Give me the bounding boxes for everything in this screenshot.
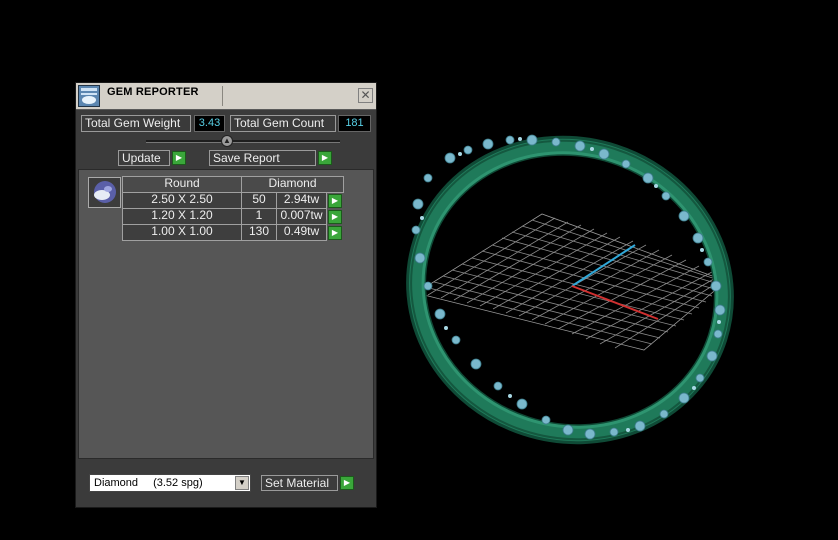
material-header: Diamond	[241, 176, 344, 193]
gem-size-cell: 2.50 X 2.50	[122, 192, 242, 209]
total-gem-count-value: 181	[338, 115, 371, 132]
gem-size-cell: 1.20 X 1.20	[122, 208, 242, 225]
ground-grid	[414, 213, 727, 351]
gem-size-cell: 1.00 X 1.00	[122, 224, 242, 241]
row-select-icon[interactable]: ▶	[328, 226, 342, 240]
gem-count-cell: 1	[241, 208, 277, 225]
chevron-down-icon[interactable]: ▼	[235, 476, 249, 490]
material-dropdown-value: Diamond	[94, 477, 139, 489]
gem-weight-cell: 0.49tw	[276, 224, 327, 241]
save-report-button[interactable]: Save Report	[209, 150, 316, 166]
shape-header: Round	[122, 176, 242, 193]
3d-viewport[interactable]	[400, 120, 750, 450]
set-material-label: Set Material	[265, 476, 330, 490]
gem-thumbnail-icon[interactable]	[88, 177, 121, 208]
title-bar[interactable]: GEM REPORTER ✕	[76, 83, 376, 110]
close-icon[interactable]: ✕	[358, 88, 373, 103]
panel-footer: Diamond (3.52 spg) ▼ Set Material ▶	[76, 462, 376, 507]
total-gem-count-label: Total Gem Count	[230, 115, 336, 132]
save-report-go-icon[interactable]: ▶	[318, 151, 332, 165]
gem-reporter-icon	[78, 85, 100, 107]
update-go-icon[interactable]: ▶	[172, 151, 186, 165]
row-select-icon[interactable]: ▶	[328, 210, 342, 224]
material-dropdown[interactable]: Diamond (3.52 spg) ▼	[89, 474, 251, 492]
total-gem-weight-label: Total Gem Weight	[81, 115, 191, 132]
gem-list-area: Round Diamond 2.50 X 2.50 50 2.94tw ▶ 1.…	[78, 169, 374, 459]
slider-track[interactable]	[146, 140, 340, 143]
title-divider	[222, 86, 223, 106]
set-material-button[interactable]: Set Material	[261, 475, 338, 491]
window-title: GEM REPORTER	[107, 86, 199, 98]
gem-count-cell: 130	[241, 224, 277, 241]
set-material-go-icon[interactable]: ▶	[340, 476, 354, 490]
update-button[interactable]: Update	[118, 150, 170, 166]
material-dropdown-spg: (3.52 spg)	[153, 477, 203, 489]
update-label: Update	[122, 151, 161, 165]
gem-weight-cell: 0.007tw	[276, 208, 327, 225]
gem-reporter-panel: GEM REPORTER ✕ Total Gem Weight 3.43 Tot…	[75, 82, 377, 508]
total-gem-weight-value: 3.43	[194, 115, 225, 132]
gem-weight-cell: 2.94tw	[276, 192, 327, 209]
gem-count-cell: 50	[241, 192, 277, 209]
save-report-label: Save Report	[213, 151, 280, 165]
slider-handle[interactable]: ▲	[221, 135, 233, 147]
row-select-icon[interactable]: ▶	[328, 194, 342, 208]
